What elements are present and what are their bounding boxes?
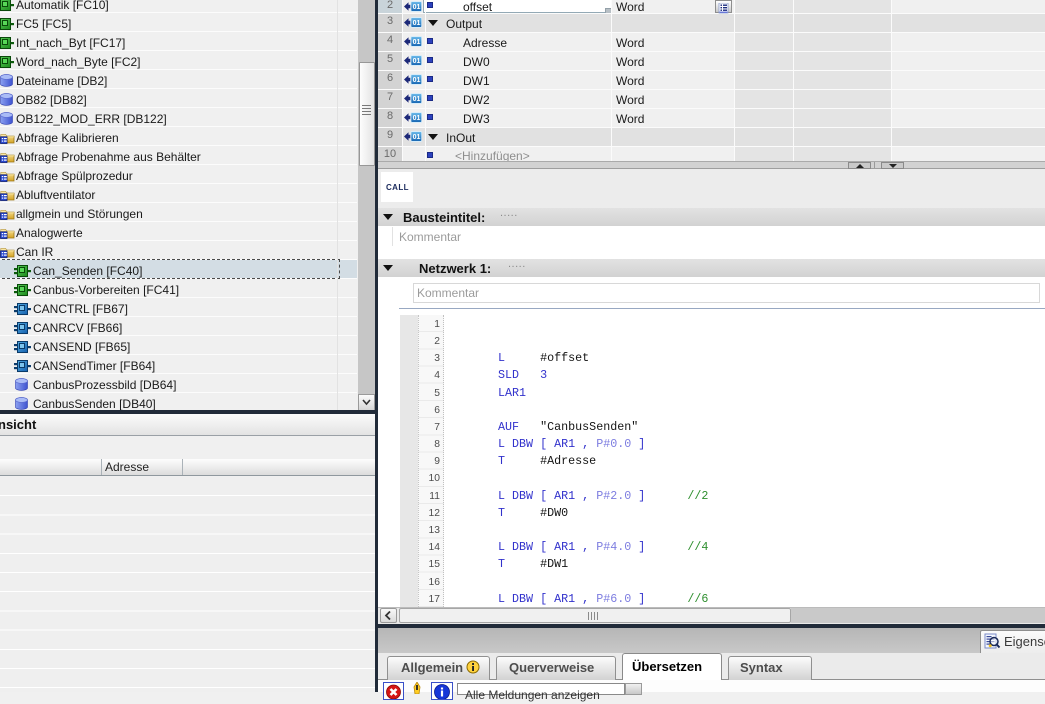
svg-text:01: 01 bbox=[413, 4, 421, 11]
svg-text:01: 01 bbox=[413, 134, 421, 141]
svg-text:01: 01 bbox=[413, 58, 421, 65]
svg-text:01: 01 bbox=[413, 96, 421, 103]
svg-text:01: 01 bbox=[413, 77, 421, 84]
svg-text:01: 01 bbox=[413, 115, 421, 122]
svg-text:01: 01 bbox=[413, 39, 421, 46]
svg-text:01: 01 bbox=[413, 20, 421, 27]
